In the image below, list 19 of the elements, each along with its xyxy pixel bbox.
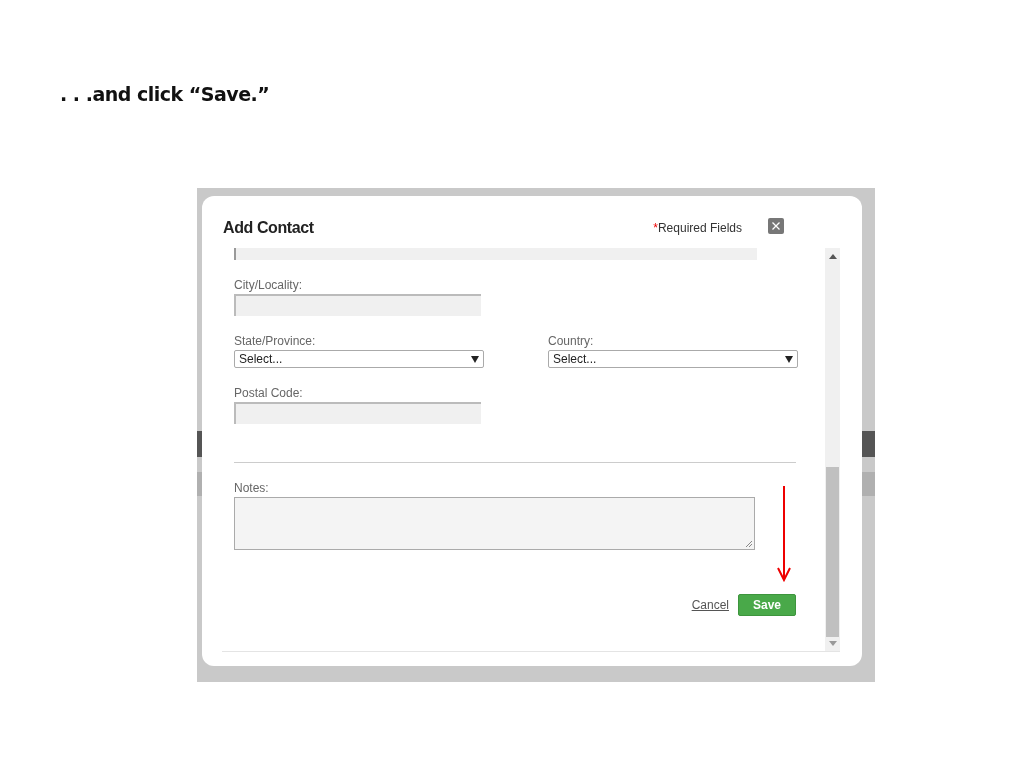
cancel-link[interactable]: Cancel (691, 598, 729, 612)
scrollbar[interactable] (825, 248, 840, 651)
notes-field[interactable] (234, 497, 755, 550)
dialog-title: Add Contact (223, 219, 314, 237)
required-fields-note: *Required Fields (653, 221, 742, 235)
field-label: City/Locality: (234, 278, 304, 292)
field-label: Notes: (234, 481, 270, 495)
dropdown[interactable]: Select... (234, 350, 484, 368)
field-label: Country: (548, 334, 595, 348)
field-label: Postal Code: (234, 386, 304, 400)
field-label: State/Province: (234, 334, 317, 348)
scroll-down-icon[interactable] (828, 641, 837, 646)
slide-heading: . . .and click “Save.” (60, 83, 270, 105)
caret-icon (785, 355, 793, 363)
scroll-up-icon[interactable] (828, 254, 837, 259)
resize-grip-icon[interactable] (745, 540, 753, 548)
caret-icon (471, 355, 479, 363)
dropdown[interactable]: Select... (548, 350, 798, 368)
close-icon[interactable] (768, 218, 784, 234)
